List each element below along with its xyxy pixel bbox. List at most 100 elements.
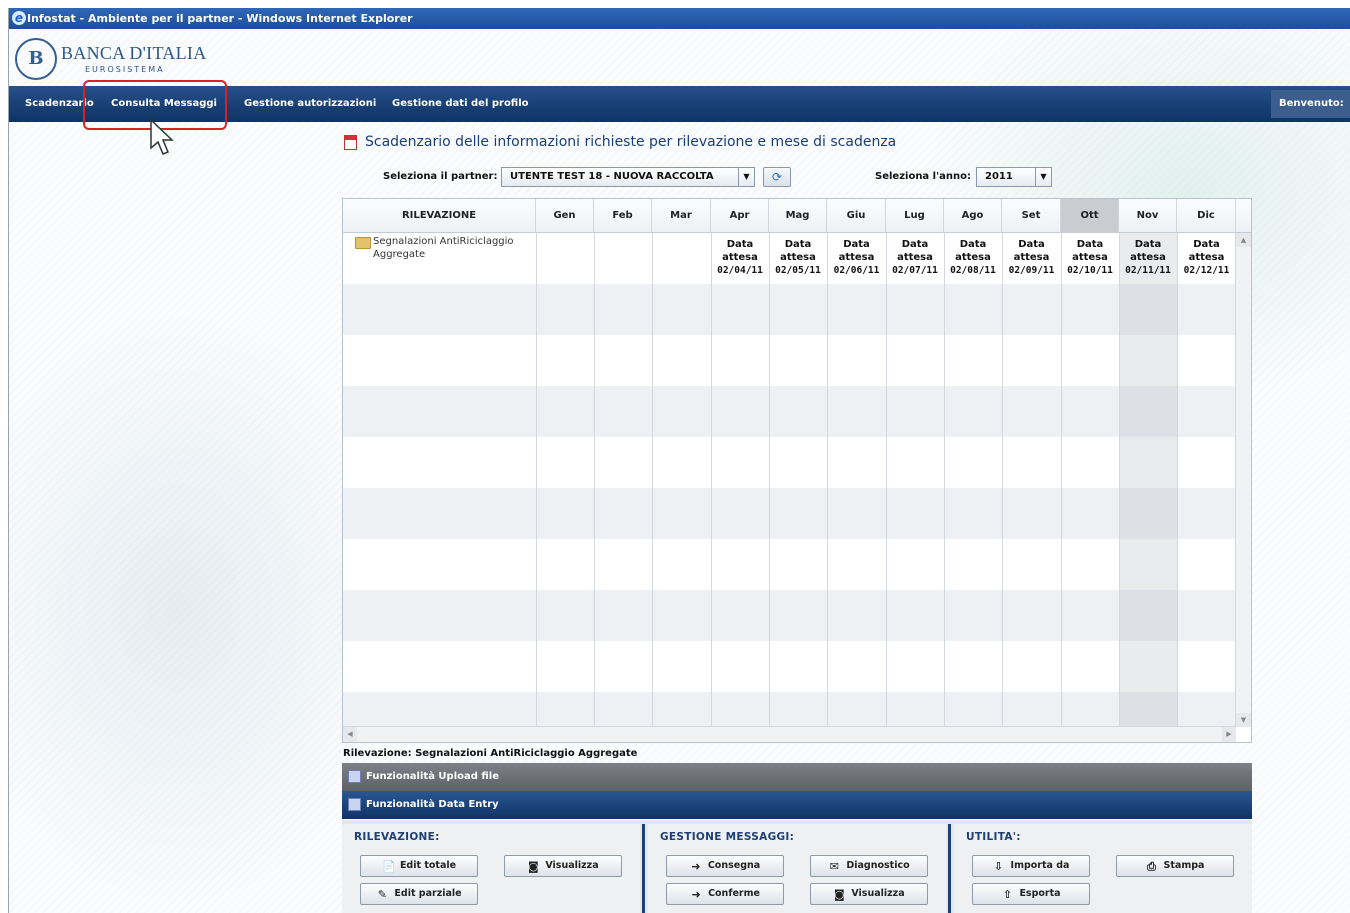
import-icon: ⇩ [993,860,1004,873]
nav-gestione-profilo[interactable]: Gestione dati del profilo [392,86,529,122]
cell-dic[interactable]: Data attesa 02/12/11 [1177,238,1236,277]
binoculars-icon: ◙ [528,860,539,873]
column-divider [769,233,770,727]
cell-label: attesa [838,252,875,263]
grid-body: Segnalazioni AntiRiciclaggio Aggregate D… [343,233,1236,727]
cell-date: 02/10/11 [1067,265,1113,276]
horizontal-scrollbar[interactable]: ◀ ▶ [343,726,1236,742]
panel-upload-header[interactable]: Funzionalità Upload file [342,763,1252,791]
col-header-set[interactable]: Set [1002,199,1061,233]
col-header-dic[interactable]: Dic [1177,199,1236,233]
cell-date: 02/09/11 [1008,265,1055,276]
calendar-icon [344,135,357,150]
group-utilita: UTILITA': ⇩ Importa da ⎙ Stampa ⇧ Esporta [954,824,1252,913]
cell-date: 02/04/11 [717,265,763,276]
cell-label: attesa [1188,252,1225,263]
col-header-lug[interactable]: Lug [886,199,944,233]
group-rilevazione-title: RILEVAZIONE: [354,831,440,843]
column-divider [1002,233,1003,727]
visualizza-rilevazione-button[interactable]: ◙ Visualizza [504,855,622,877]
nav-gestione-autorizzazioni[interactable]: Gestione autorizzazioni [244,86,376,122]
bank-seal-icon: B [15,38,57,80]
vertical-scrollbar[interactable]: ▲ ▼ [1235,233,1251,727]
panel-upload-label: Funzionalità Upload file [366,771,500,782]
refresh-button[interactable]: ⟳ [763,167,791,187]
bank-logo[interactable]: B BANCA D'ITALIA EUROSISTEMA [15,38,206,84]
row-rilevazione-name[interactable]: Segnalazioni AntiRiciclaggio Aggregate [373,235,543,261]
column-divider [886,233,887,727]
selected-rilevazione-status: Rilevazione: Segnalazioni AntiRiciclaggi… [343,748,638,759]
importa-button[interactable]: ⇩ Importa da [972,855,1090,877]
cell-label: attesa [1013,252,1050,263]
stampa-button[interactable]: ⎙ Stampa [1116,855,1234,877]
cell-lug[interactable]: Data attesa 02/07/11 [886,238,944,277]
col-header-apr[interactable]: Apr [711,199,769,233]
scroll-right-icon[interactable]: ▶ [1222,727,1236,742]
col-header-nov[interactable]: Nov [1119,199,1177,233]
group-messaggi-title: GESTIONE MESSAGGI: [660,831,795,843]
edit-totale-button[interactable]: 📄 Edit totale [360,855,478,877]
cell-label: attesa [955,252,991,263]
cell-nov[interactable]: Data attesa 02/11/11 [1119,238,1177,277]
conferme-button[interactable]: ➜ Conferme [666,883,784,905]
cell-label: Data [901,239,929,250]
scroll-down-icon[interactable]: ▼ [1236,713,1251,727]
send-arrow-icon: ➜ [691,860,701,873]
upload-icon [348,770,361,783]
col-header-mag[interactable]: Mag [769,199,827,233]
col-header-rilevazione[interactable]: RILEVAZIONE [343,199,536,233]
esporta-button[interactable]: ⇧ Esporta [972,883,1090,905]
cell-label: Data [1018,239,1045,250]
confirm-arrow-icon: ➜ [691,888,701,901]
col-header-ago[interactable]: Ago [944,199,1002,233]
consegna-button[interactable]: ➜ Consegna [666,855,784,877]
document-icon [348,798,361,811]
highlighted-column [1119,233,1177,727]
printer-icon: ⎙ [1147,860,1156,873]
cell-apr[interactable]: Data attesa 02/04/11 [711,238,769,277]
cell-label: attesa [1072,252,1108,263]
visualizza-messaggi-button[interactable]: ◙ Visualizza [810,883,928,905]
group-gestione-messaggi: GESTIONE MESSAGGI: ➜ Consegna ✉ Diagnostic… [648,824,946,913]
col-header-mar[interactable]: Mar [652,199,711,233]
edit-parziale-button[interactable]: ✎ Edit parziale [360,883,478,905]
scroll-left-icon[interactable]: ◀ [343,727,357,742]
cell-mag[interactable]: Data attesa 02/05/11 [769,238,827,277]
cell-date: 02/12/11 [1183,265,1230,276]
cell-ott[interactable]: Data attesa 02/10/11 [1061,238,1119,277]
year-select[interactable]: 2011 ▼ [976,167,1052,187]
stampa-label: Stampa [1163,860,1205,871]
cell-label: Data [726,239,754,250]
col-header-feb[interactable]: Feb [594,199,652,233]
chevron-down-icon[interactable]: ▼ [1035,168,1051,186]
partner-select[interactable]: UTENTE TEST 18 - NUOVA RACCOLTA ▼ [501,167,755,187]
schedule-grid: RILEVAZIONE Gen Feb Mar Apr Mag Giu Lug … [342,198,1252,743]
tools-panel: RILEVAZIONE: 📄 Edit totale ◙ Visualizza ✎ E… [342,820,1252,913]
pencil-icon: ✎ [377,888,388,901]
cell-set[interactable]: Data attesa 02/09/11 [1002,238,1061,277]
mouse-pointer-icon [150,118,174,155]
panel-data-entry-header[interactable]: Funzionalità Data Entry [342,791,1252,819]
panel-data-entry-label: Funzionalità Data Entry [366,799,499,810]
cell-ago[interactable]: Data attesa 02/08/11 [944,238,1002,277]
column-divider [1177,233,1178,727]
year-label: Seleziona l'anno: [875,171,972,182]
cell-date: 02/11/11 [1125,265,1171,276]
col-header-ott[interactable]: Ott [1061,199,1119,233]
diagnostico-button[interactable]: ✉ Diagnostico [810,855,928,877]
group-utilita-title: UTILITA': [966,831,1021,843]
edit-totale-label: Edit totale [399,860,457,871]
cell-label: Data [784,239,812,250]
edit-document-icon: 📄 [381,860,396,873]
col-header-giu[interactable]: Giu [827,199,886,233]
folder-icon [355,237,371,249]
chevron-down-icon[interactable]: ▼ [738,168,754,186]
scroll-up-icon[interactable]: ▲ [1236,233,1251,247]
col-header-gen[interactable]: Gen [536,199,594,233]
cell-label: Data [1193,239,1220,250]
column-divider [1061,233,1062,727]
window-title: Infostat - Ambiente per il partner - Win… [27,12,413,25]
grid-header: RILEVAZIONE Gen Feb Mar Apr Mag Giu Lug … [343,199,1251,233]
cell-giu[interactable]: Data attesa 02/06/11 [827,238,886,277]
cell-date: 02/05/11 [775,265,821,276]
